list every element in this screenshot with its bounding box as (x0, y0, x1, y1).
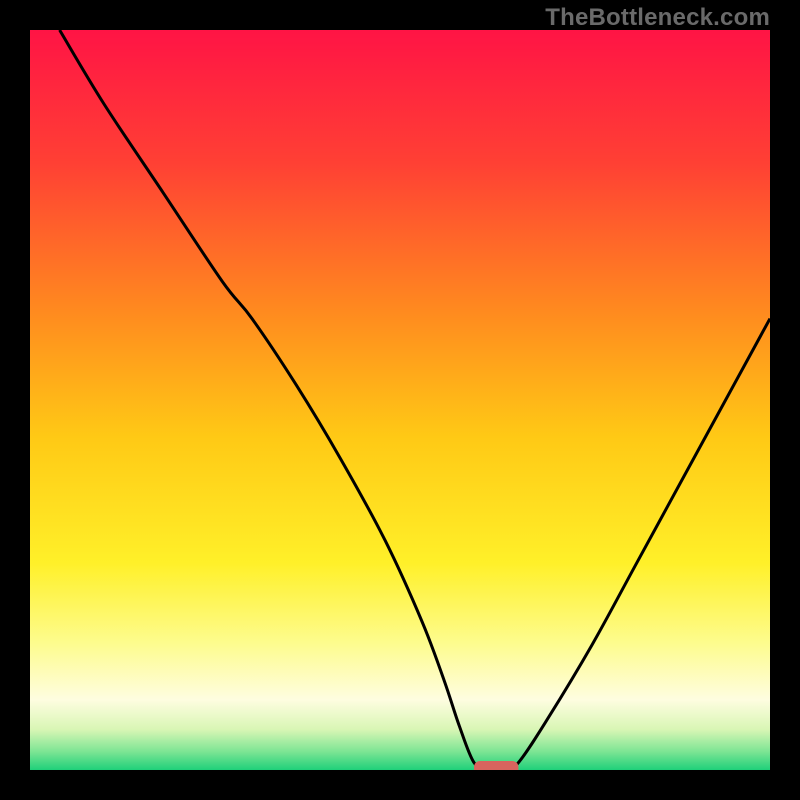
chart-frame: TheBottleneck.com (0, 0, 800, 800)
optimal-marker (474, 761, 518, 770)
bottleneck-chart (30, 30, 770, 770)
watermark-text: TheBottleneck.com (545, 4, 770, 32)
gradient-background (30, 30, 770, 770)
plot-area (30, 30, 770, 770)
